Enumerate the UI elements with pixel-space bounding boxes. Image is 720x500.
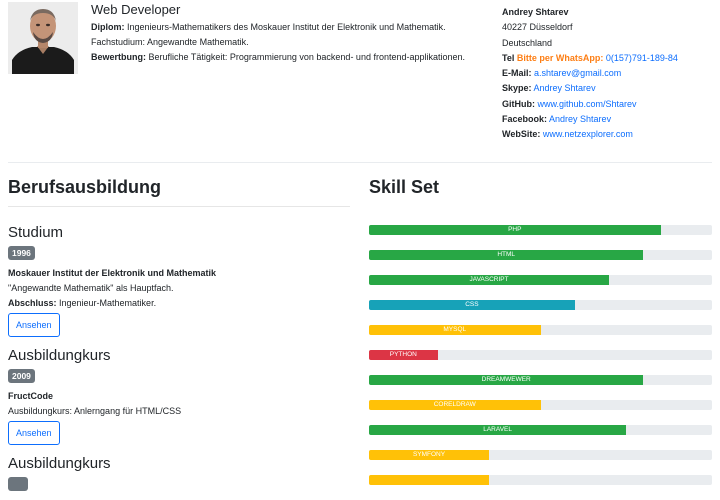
abschluss-label: Abschluss: bbox=[8, 298, 57, 308]
education-entry: Ausbildungkurs 2009 FructCode Ausbildung… bbox=[8, 346, 350, 445]
skill-bar-track: CSS bbox=[369, 300, 712, 310]
contact-email-row: E-Mail: a.shtarev@gmail.com bbox=[502, 66, 717, 81]
skill-bar-track: JAVASCRIPT bbox=[369, 275, 712, 285]
bewerbung-label: Bewertbung: bbox=[91, 52, 146, 62]
website-label: WebSite: bbox=[502, 129, 541, 140]
header-summary: Web Developer Diplom: Ingenieurs-Mathema… bbox=[91, 0, 471, 65]
view-button[interactable]: Ansehen bbox=[8, 313, 60, 337]
skill-bars: PHP HTML JAVASCRIPT CSS MYSQL PYTHON DREAMWEWE… bbox=[369, 225, 712, 485]
diplom-label: Diplom: bbox=[91, 22, 125, 32]
bewerbung-line: Bewertbung: Berufliche Tätigkeit: Progra… bbox=[91, 50, 471, 65]
skill-bar-fill: PHP bbox=[369, 225, 661, 235]
entry-institution: Moskauer Institut der Elektronik und Mat… bbox=[8, 268, 217, 278]
entry-type: Ausbildungkurs bbox=[8, 455, 111, 472]
contact-website-row: WebSite: www.netzexplorer.com bbox=[502, 127, 717, 142]
contact-skype-row: Skype: Andrey Shtarev bbox=[502, 81, 717, 96]
entry-extra: Abschluss: Ingenieur-Mathematiker. bbox=[8, 296, 350, 311]
skype-link[interactable]: Andrey Shtarev bbox=[534, 83, 596, 93]
skill-bar-track bbox=[369, 475, 712, 485]
skill-bar-fill: SYMFONY bbox=[369, 450, 490, 460]
entry-institution: FructCode bbox=[8, 391, 53, 401]
facebook-label: Facebook: bbox=[502, 114, 548, 125]
entry-type: Studium bbox=[8, 224, 64, 241]
view-button[interactable]: Ansehen bbox=[8, 421, 60, 445]
contact-city: 40227 Düsseldorf bbox=[502, 22, 573, 33]
skill-bar-track: HTML bbox=[369, 250, 712, 260]
entry-detail: "Angewandte Mathematik" als Hauptfach. bbox=[8, 283, 174, 293]
abschluss-text: Ingenieur-Mathematiker. bbox=[56, 298, 157, 308]
skill-bar-track: SYMFONY bbox=[369, 450, 712, 460]
skill-bar-fill: DREAMWEWER bbox=[369, 375, 644, 385]
email-link[interactable]: a.shtarev@gmail.com bbox=[534, 68, 621, 78]
education-entry: Studium 1996 Moskauer Institut der Elekt… bbox=[8, 223, 350, 337]
education-heading: Berufsausbildung bbox=[8, 177, 162, 197]
education-heading-rule bbox=[8, 206, 350, 207]
phone-link[interactable]: 0(157)791-189-84 bbox=[606, 53, 678, 63]
diplom-text: Ingenieurs-Mathematikers des Moskauer In… bbox=[91, 22, 446, 47]
email-label: E-Mail: bbox=[502, 68, 532, 79]
whatsapp-label: Bitte per WhatsApp: bbox=[516, 52, 604, 63]
facebook-link[interactable]: Andrey Shtarev bbox=[549, 114, 611, 124]
skill-bar-fill: LARAVEL bbox=[369, 425, 627, 435]
job-title: Web Developer bbox=[91, 2, 181, 17]
skill-bar-fill: PYTHON bbox=[369, 350, 438, 360]
skill-bar-fill bbox=[369, 475, 490, 485]
skill-bar-track: DREAMWEWER bbox=[369, 375, 712, 385]
diplom-line: Diplom: Ingenieurs-Mathematikers des Mos… bbox=[91, 20, 471, 50]
entry-type: Ausbildungkurs bbox=[8, 347, 111, 364]
year-badge: 1996 bbox=[8, 246, 35, 260]
tel-label: Tel bbox=[502, 52, 515, 63]
skill-bar-track: PYTHON bbox=[369, 350, 712, 360]
skill-bar-fill: JAVASCRIPT bbox=[369, 275, 610, 285]
year-badge: 2009 bbox=[8, 369, 35, 383]
bewerbung-text: Berufliche Tätigkeit: Programmierung von… bbox=[146, 52, 466, 62]
contact-block: Andrey Shtarev 40227 Düsseldorf Deutschl… bbox=[502, 5, 717, 143]
skill-bar-track: PHP bbox=[369, 225, 712, 235]
contact-github-row: GitHub: www.github.com/Shtarev bbox=[502, 97, 717, 112]
skill-bar-track: CORELDRAW bbox=[369, 400, 712, 410]
education-entry: Ausbildungkurs bbox=[8, 454, 350, 492]
contact-country: Deutschland bbox=[502, 37, 553, 48]
skill-bar-fill: MYSQL bbox=[369, 325, 541, 335]
education-column: Berufsausbildung Studium 1996 Moskauer I… bbox=[8, 174, 350, 492]
contact-name: Andrey Shtarev bbox=[502, 7, 569, 17]
github-link[interactable]: www.github.com/Shtarev bbox=[538, 99, 637, 109]
profile-photo bbox=[8, 2, 78, 74]
year-badge bbox=[8, 477, 28, 491]
skill-bar-fill: HTML bbox=[369, 250, 644, 260]
skill-bar-track: MYSQL bbox=[369, 325, 712, 335]
skill-bar-fill: CORELDRAW bbox=[369, 400, 541, 410]
website-link[interactable]: www.netzexplorer.com bbox=[543, 129, 633, 139]
skype-label: Skype: bbox=[502, 83, 532, 94]
contact-facebook-row: Facebook: Andrey Shtarev bbox=[502, 112, 717, 127]
skills-column: Skill Set PHP HTML JAVASCRIPT CSS MYSQL PYTHO… bbox=[369, 174, 712, 500]
contact-phone-row: Tel Bitte per WhatsApp: 0(157)791-189-84 bbox=[502, 51, 717, 66]
entry-detail: Ausbildungkurs: Anlerngang für HTML/CSS bbox=[8, 406, 182, 416]
skill-bar-fill: CSS bbox=[369, 300, 575, 310]
skills-heading: Skill Set bbox=[369, 177, 440, 197]
github-label: GitHub: bbox=[502, 98, 535, 109]
skill-bar-track: LARAVEL bbox=[369, 425, 712, 435]
section-divider bbox=[8, 162, 712, 163]
